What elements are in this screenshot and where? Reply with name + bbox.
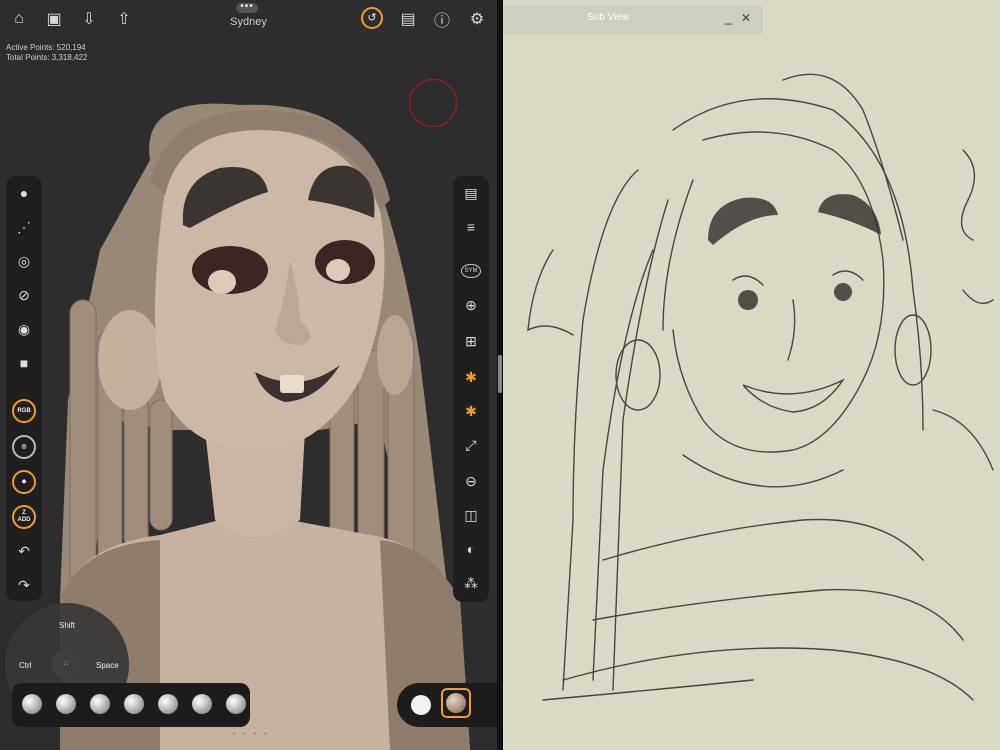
redo-icon[interactable]: ↷	[6, 568, 42, 602]
menu-dots[interactable]: •••	[236, 2, 258, 13]
settings-gear-icon[interactable]: ⚙	[466, 8, 488, 30]
stack-icon[interactable]: ≡	[453, 210, 489, 244]
polyframe-icon[interactable]: ◐	[453, 532, 489, 566]
sub-view-panel: Sub View _ ✕	[503, 0, 1000, 750]
frame-fit-icon[interactable]: ⤢	[453, 428, 489, 462]
right-toolbar: ▤ ≡ SYM ⊕ ⊞ ✱ ✱ ⤢ ⊖ ◫ ◐ ⁂	[453, 176, 489, 602]
layout-icon[interactable]: ▤	[397, 8, 419, 30]
layers-panel-icon[interactable]: ▤	[453, 176, 489, 210]
white-color-swatch[interactable]	[411, 695, 431, 715]
page-indicator: • • • •	[233, 731, 270, 738]
symmetry-butterfly-icon[interactable]: ✱	[453, 360, 489, 394]
intensity-icon[interactable]: ◆	[6, 465, 42, 499]
sub-view-title: Sub View	[587, 12, 630, 23]
total-points: Total Points: 3,318,422	[6, 53, 88, 62]
z-add-toggle[interactable]: Z ADD	[6, 500, 42, 534]
sculpt-viewport[interactable]: ⌂ ▣ ⇩ ⇧ ••• Sydney ↺ ▤ ⓘ ⚙ Active Points…	[0, 0, 497, 750]
space-key[interactable]: Space	[96, 661, 119, 670]
material-icon[interactable]: ◉	[6, 312, 42, 346]
sub-view-header[interactable]: Sub View _ ✕	[503, 6, 763, 34]
minimize-icon[interactable]: _	[725, 10, 732, 25]
point-stats: Active Points: 520,194 Total Points: 3,3…	[6, 43, 87, 63]
color-swatch-icon[interactable]: ■	[6, 346, 42, 380]
draw-size-icon[interactable]: ◎	[6, 430, 42, 464]
clay-material-swatch[interactable]	[441, 688, 471, 718]
lazy-mouse-icon[interactable]: ◎	[6, 244, 42, 278]
top-bar: ⌂ ▣ ⇩ ⇧ ••• Sydney ↺ ▤ ⓘ ⚙	[0, 0, 497, 40]
brush-smooth-icon[interactable]	[226, 694, 246, 714]
grip-icon[interactable]: ⁙	[51, 649, 81, 679]
ctrl-key[interactable]: Ctrl	[19, 661, 31, 670]
shift-key[interactable]: Shift	[59, 621, 75, 630]
divider-grip[interactable]	[498, 355, 502, 393]
brush-clay-icon[interactable]	[22, 694, 42, 714]
help-icon[interactable]: ⓘ	[431, 8, 453, 30]
brush-standard-icon[interactable]	[56, 694, 76, 714]
sym-icon[interactable]: SYM	[453, 254, 489, 288]
active-points: Active Points: 520,194	[6, 43, 86, 52]
brush-pinch-icon[interactable]	[124, 694, 144, 714]
left-toolbar: ● ⋰ ◎ ⊘ ◉ ■ RGB ◎ ◆ Z ADD ↶ ↷	[6, 176, 42, 601]
radial-symmetry-icon[interactable]: ✱	[453, 394, 489, 428]
brush-cursor	[409, 79, 457, 127]
solo-icon[interactable]: ⁂	[453, 566, 489, 600]
project-title: Sydney	[230, 16, 267, 28]
material-palette	[397, 683, 497, 727]
brush-trim-icon[interactable]	[192, 694, 212, 714]
stroke-path-icon[interactable]: ⋰	[6, 210, 42, 244]
history-icon[interactable]: ↺	[361, 7, 383, 29]
brush-tip-icon[interactable]: ●	[6, 176, 42, 210]
close-icon[interactable]: ✕	[741, 11, 751, 25]
floor-lf-icon[interactable]: ⊖	[453, 464, 489, 498]
transparency-icon[interactable]: ◫	[453, 498, 489, 532]
brush-inflate-icon[interactable]	[158, 694, 178, 714]
reference-sketch	[527, 73, 994, 701]
gyro-icon[interactable]: ⊕	[453, 288, 489, 322]
brush-palette	[12, 683, 250, 727]
undo-icon[interactable]: ↶	[6, 534, 42, 568]
brush-move-icon[interactable]	[90, 694, 110, 714]
xyz-grid-icon[interactable]: ⊞	[453, 324, 489, 358]
alpha-icon[interactable]: ⊘	[6, 278, 42, 312]
rgb-toggle[interactable]: RGB	[6, 394, 42, 428]
